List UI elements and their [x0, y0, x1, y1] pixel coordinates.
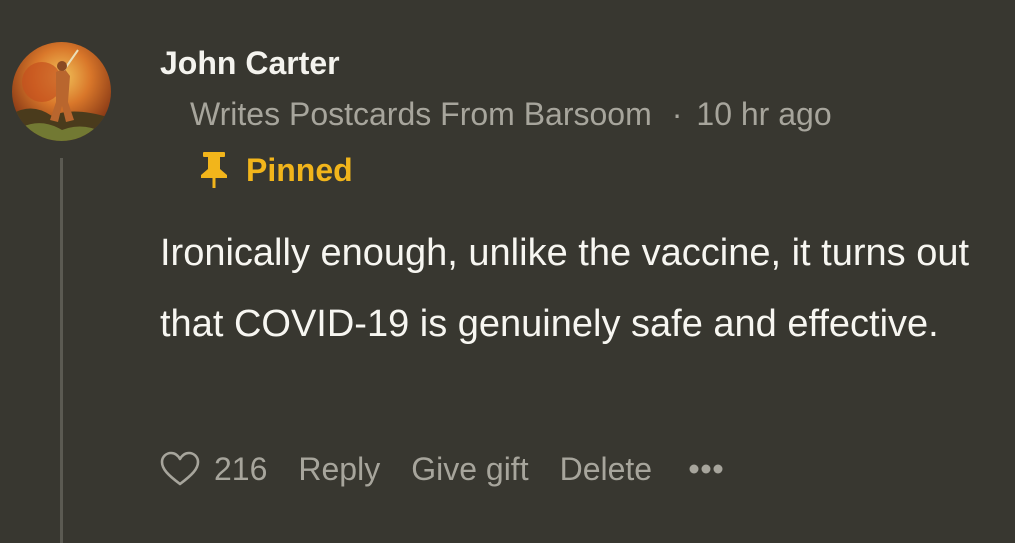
author-bio[interactable]: Writes Postcards From Barsoom — [190, 96, 652, 132]
comment-body: Ironically enough, unlike the vaccine, i… — [160, 232, 970, 345]
pinned-badge: Pinned — [200, 150, 353, 190]
delete-button[interactable]: Delete — [560, 451, 653, 488]
comment-actions: 216 Reply Give gift Delete — [160, 446, 724, 492]
like-button[interactable]: 216 — [160, 451, 267, 488]
like-count: 216 — [214, 450, 268, 487]
reply-button[interactable]: Reply — [298, 451, 380, 488]
give-gift-button[interactable]: Give gift — [411, 451, 528, 488]
timestamp[interactable]: 10 hr ago — [696, 96, 831, 132]
avatar[interactable] — [12, 42, 111, 141]
thread-line[interactable] — [60, 158, 63, 543]
pinned-label: Pinned — [246, 152, 353, 188]
heart-icon[interactable] — [160, 451, 200, 487]
comment-card: John Carter Writes Postcards From Barsoo… — [0, 0, 1015, 543]
more-options-icon[interactable] — [688, 463, 724, 475]
meta-separator: · — [671, 96, 683, 132]
avatar-image — [12, 42, 111, 141]
comment-meta: Writes Postcards From Barsoom · 10 hr ago — [190, 94, 832, 134]
pushpin-icon — [201, 152, 227, 188]
author-name[interactable]: John Carter — [160, 43, 340, 83]
